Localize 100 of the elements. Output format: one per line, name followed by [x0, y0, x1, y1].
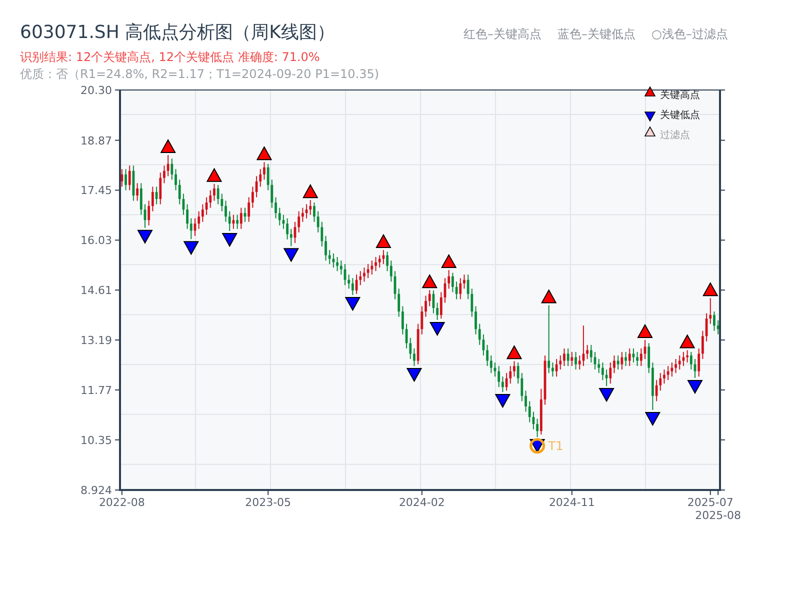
- legend-hint: ○浅色–过滤点: [652, 26, 728, 43]
- candlestick: [220, 193, 224, 212]
- candlestick: [436, 302, 439, 320]
- quality-summary: 优质：否（R1=24.8%, R2=1.17；T1=2024-09-20 P1=10.35): [20, 66, 380, 82]
- candlestick: [148, 200, 150, 226]
- candlestick: [520, 372, 524, 402]
- candlestick: [301, 207, 304, 222]
- candlestick: [620, 351, 624, 370]
- candlestick: [178, 179, 181, 205]
- candlestick: [366, 264, 370, 279]
- candlestick: [286, 218, 289, 240]
- candlestick: [528, 400, 531, 423]
- candlestick: [216, 184, 220, 205]
- candlestick: [470, 288, 474, 318]
- candlestick: [266, 163, 270, 191]
- y-tick-label: 13.19: [80, 334, 112, 347]
- candlestick: [498, 366, 500, 388]
- candlestick: [290, 228, 292, 247]
- candlestick: [451, 272, 454, 293]
- result-summary: 识别结果: 12个关键高点, 12个关键低点 准确度: 71.0%: [20, 49, 321, 66]
- candlestick: [563, 348, 566, 367]
- candlestick: [601, 362, 604, 381]
- candlestick: [309, 200, 312, 216]
- candlestick: [398, 288, 400, 318]
- candlestick: [386, 251, 389, 272]
- candlestick: [559, 354, 562, 370]
- candlestick: [224, 200, 227, 222]
- y-tick-label: 8.924: [80, 484, 112, 497]
- legend-label: 过滤点: [660, 130, 690, 141]
- candlestick: [624, 351, 627, 367]
- candlestick: [170, 158, 174, 180]
- candlestick: [298, 210, 300, 233]
- candlestick: [128, 165, 131, 191]
- x-tick-label: 2023-05: [245, 496, 292, 509]
- candlestick: [401, 306, 404, 335]
- candlestick: [598, 358, 600, 374]
- candlestick: [459, 278, 462, 300]
- candlestick: [659, 372, 662, 392]
- legend-hint: 红色–关键高点: [464, 26, 542, 43]
- candlestick: [636, 351, 639, 367]
- candlestick: [490, 354, 492, 374]
- candlestick: [270, 179, 274, 208]
- candlestick: [236, 214, 239, 230]
- candlestick: [251, 186, 254, 208]
- candlestick: [390, 260, 392, 282]
- y-tick-label: 11.77: [80, 384, 112, 397]
- chart-title: 603071.SH 高低点分析图（周K线图）: [20, 21, 335, 45]
- candlestick: [166, 154, 170, 177]
- candlestick: [648, 342, 650, 374]
- candlestick: [316, 210, 320, 233]
- candlestick: [124, 168, 127, 191]
- candlestick: [578, 354, 581, 370]
- candlestick: [186, 204, 189, 230]
- triangle-up-icon: [644, 86, 656, 96]
- candlestick: [163, 165, 166, 184]
- candlestick: [486, 344, 489, 367]
- candlestick: [690, 351, 692, 370]
- legend-hint: 蓝色–关键低点: [558, 26, 636, 43]
- candlestick: [259, 168, 262, 188]
- candlestick: [328, 249, 331, 265]
- candlestick: [374, 256, 377, 272]
- x-tick-label: 2024-02: [398, 496, 445, 509]
- candlestick: [198, 210, 200, 230]
- candlestick: [428, 290, 431, 307]
- candlestick: [213, 183, 216, 202]
- candlestick: [209, 190, 212, 208]
- candlestick: [420, 306, 424, 335]
- candlestick: [278, 207, 281, 226]
- candlestick: [340, 260, 342, 276]
- candlestick: [424, 295, 427, 318]
- candlestick: [413, 348, 416, 367]
- candlestick: [713, 311, 716, 332]
- candlestick: [516, 362, 520, 384]
- candlestick: [678, 354, 681, 370]
- candlestick: [228, 210, 231, 232]
- legend-label: 关键高点: [660, 90, 700, 101]
- candlestick: [440, 292, 442, 320]
- candlestick: [551, 362, 554, 378]
- candlestick: [140, 182, 142, 216]
- candlestick: [263, 162, 266, 180]
- candlestick: [274, 196, 277, 219]
- x-tick-label: 2024-11: [548, 496, 595, 509]
- candlestick: [663, 369, 666, 384]
- candlestick: [313, 202, 316, 222]
- candlestick: [348, 274, 350, 290]
- candlestick: [351, 278, 354, 296]
- candlestick: [363, 267, 366, 282]
- candlestick: [509, 366, 512, 384]
- y-tick-label: 14.61: [80, 284, 112, 298]
- candlestick: [698, 348, 700, 378]
- candlestick: [474, 306, 477, 335]
- candlestick: [378, 254, 381, 268]
- y-tick-label: 10.35: [80, 434, 112, 447]
- candlestick: [466, 274, 470, 300]
- candlestick: [566, 348, 570, 367]
- candlestick: [240, 207, 242, 230]
- candlestick: [448, 270, 450, 290]
- candlestick: [548, 304, 550, 374]
- y-tick-label: 16.03: [80, 234, 112, 248]
- y-tick-label: 17.45: [80, 184, 112, 198]
